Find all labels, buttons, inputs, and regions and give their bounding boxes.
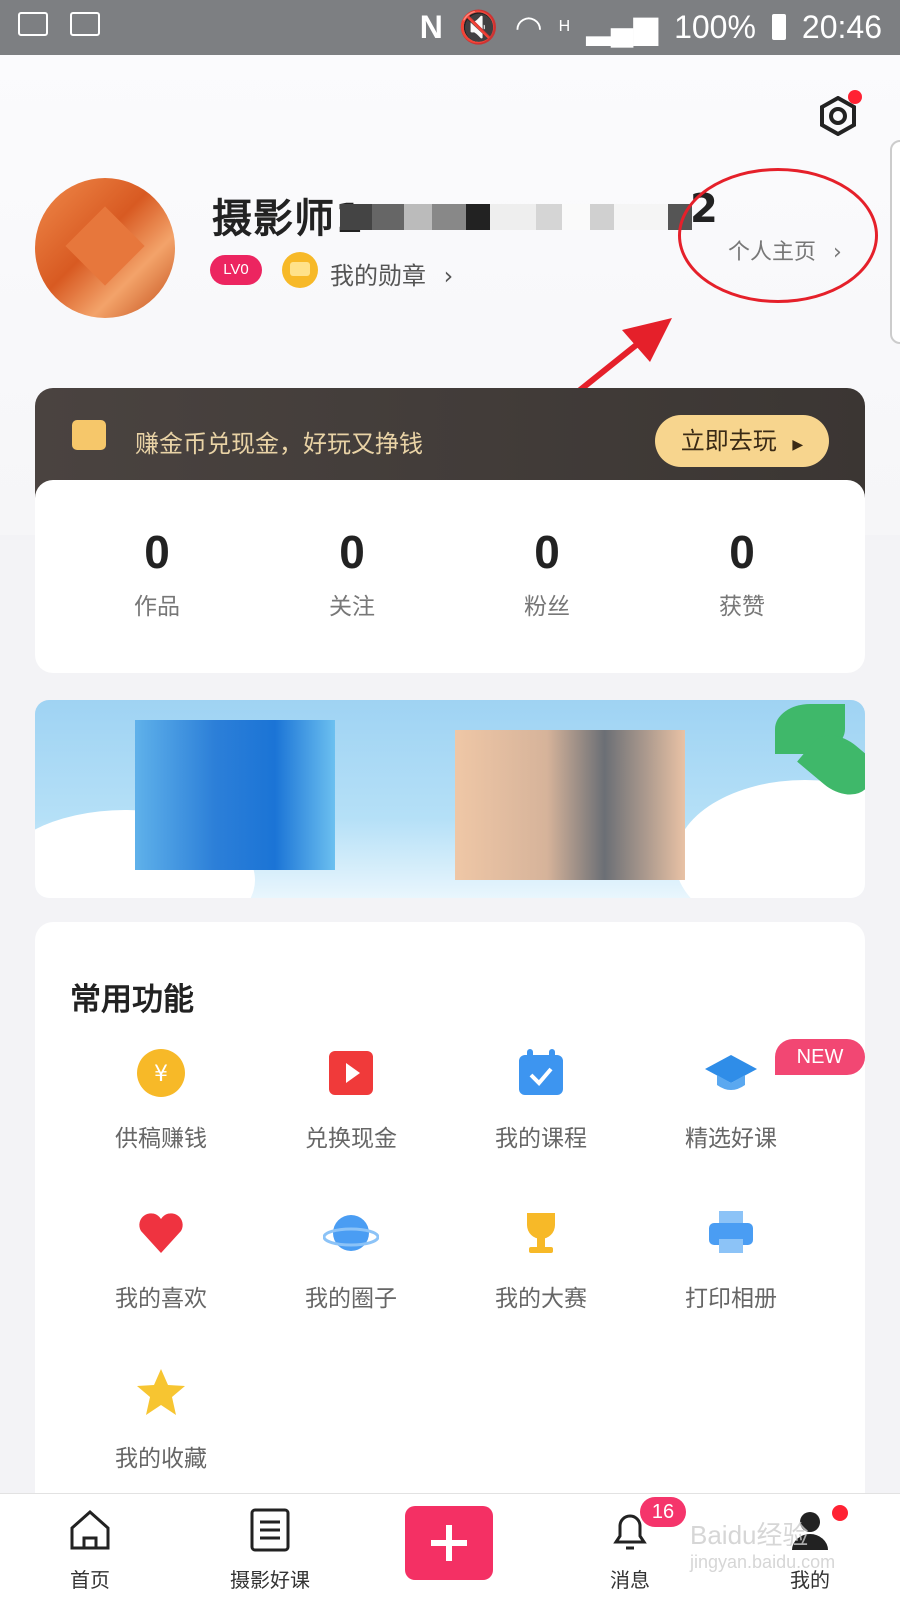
section-title: 常用功能 xyxy=(70,982,194,1018)
pixelated-image xyxy=(455,730,685,880)
svg-text:¥: ¥ xyxy=(154,1062,168,1087)
home-icon xyxy=(70,1509,110,1550)
fn-label: 我的课程 xyxy=(495,1126,587,1152)
fn-label: 我的圈子 xyxy=(305,1286,397,1312)
stat-likes[interactable]: 0 获赞 xyxy=(682,525,802,621)
stat-value: 0 xyxy=(534,526,560,578)
tab-courses[interactable]: 摄影好课 xyxy=(210,1506,330,1593)
stat-works[interactable]: 0 作品 xyxy=(97,525,217,621)
planet-icon xyxy=(322,1205,380,1261)
messages-badge: 16 xyxy=(640,1497,686,1527)
star-icon xyxy=(133,1365,189,1421)
fn-my-contests[interactable]: 我的大赛 xyxy=(451,1205,631,1313)
fn-label: 我的收藏 xyxy=(115,1446,207,1472)
play-now-button[interactable]: 立即去玩 ▶ xyxy=(655,415,829,467)
fn-label: 供稿赚钱 xyxy=(115,1126,207,1152)
stat-label: 作品 xyxy=(134,594,180,620)
stat-label: 获赞 xyxy=(719,594,765,620)
stat-label: 粉丝 xyxy=(524,594,570,620)
heart-icon xyxy=(133,1205,189,1261)
pixelated-text xyxy=(135,720,335,870)
fn-my-courses[interactable]: 我的课程 xyxy=(451,1045,631,1153)
fn-label: 我的大赛 xyxy=(495,1286,587,1312)
stat-following[interactable]: 0 关注 xyxy=(292,525,412,621)
watermark-brand: Baidu经验 xyxy=(690,1520,809,1550)
create-post-button[interactable] xyxy=(405,1506,493,1580)
graduation-cap-icon xyxy=(703,1045,759,1101)
fn-label: 兑换现金 xyxy=(305,1126,397,1152)
fn-redeem-cash[interactable]: 兑换现金 xyxy=(261,1045,441,1153)
tab-home[interactable]: 首页 xyxy=(30,1506,150,1593)
list-icon xyxy=(250,1508,290,1552)
fn-label: 我的喜欢 xyxy=(115,1286,207,1312)
play-now-label: 立即去玩 xyxy=(680,427,777,455)
calendar-icon xyxy=(513,1045,569,1101)
tab-label: 摄影好课 xyxy=(230,1568,310,1592)
stat-value: 0 xyxy=(729,526,755,578)
video-icon xyxy=(323,1045,379,1101)
stats-card: 0 作品 0 关注 0 粉丝 0 获赞 xyxy=(35,480,865,673)
stat-value: 0 xyxy=(144,526,170,578)
fn-label: 打印相册 xyxy=(685,1286,777,1312)
printer-icon xyxy=(703,1205,759,1261)
watermark: Baidu经验 jingyan.baidu.com xyxy=(690,1515,835,1573)
fn-label: 精选好课 xyxy=(685,1126,777,1152)
fn-my-likes[interactable]: 我的喜欢 xyxy=(71,1205,251,1313)
promo-text: 赚金币兑现金，好玩又挣钱 xyxy=(135,430,423,458)
common-functions-card: 常用功能 NEW ¥ 供稿赚钱 兑换现金 我的课程 精选好课 我的喜欢 我的圈子… xyxy=(35,922,865,1522)
fn-my-favorites[interactable]: 我的收藏 xyxy=(71,1365,251,1473)
stat-value: 0 xyxy=(339,526,365,578)
fn-featured-courses[interactable]: 精选好课 xyxy=(641,1045,821,1153)
fn-print-album[interactable]: 打印相册 xyxy=(641,1205,821,1313)
play-icon: ▶ xyxy=(792,437,804,453)
coin-icon: ¥ xyxy=(133,1045,189,1101)
fn-my-circles[interactable]: 我的圈子 xyxy=(261,1205,441,1313)
fn-contribute[interactable]: ¥ 供稿赚钱 xyxy=(71,1045,251,1153)
calendar-icon xyxy=(72,420,106,450)
stat-fans[interactable]: 0 粉丝 xyxy=(487,525,607,621)
tab-label: 首页 xyxy=(70,1568,110,1592)
tab-label: 消息 xyxy=(610,1568,650,1592)
trophy-icon xyxy=(513,1205,569,1261)
ad-banner[interactable] xyxy=(35,700,865,898)
stat-label: 关注 xyxy=(329,594,375,620)
watermark-url: jingyan.baidu.com xyxy=(690,1552,836,1572)
